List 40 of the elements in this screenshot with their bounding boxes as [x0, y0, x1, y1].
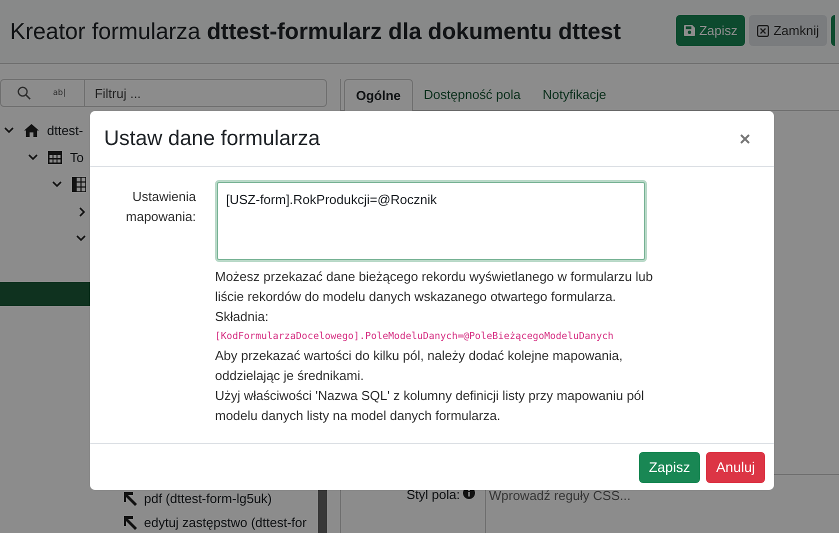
- close-box-icon: [757, 24, 770, 36]
- save-button[interactable]: Zapisz: [638, 452, 700, 482]
- close-button[interactable]: Zamknij: [749, 15, 827, 46]
- house-icon: [24, 124, 39, 137]
- search-icon[interactable]: [17, 86, 31, 100]
- syntax-code: [KodFormularzaDocelowego].PoleModeluDanych=@PoleBieżącegoModeluDanych: [215, 330, 615, 344]
- help-text: Aby przekazać wartości do kilku pól, należy dodać kolejne mapowania, oddzielając je średnikami.: [215, 347, 624, 385]
- tab[interactable]: Ogólne: [344, 79, 413, 111]
- tree-item[interactable]: dttest-: [47, 120, 84, 140]
- mapping-textarea[interactable]: [USZ-form].RokProdukcji=@Rocznik: [215, 180, 647, 262]
- tree-item[interactable]: edytuj zastępstwo (dttest-for: [144, 513, 307, 533]
- help-text: Użyj właściwości 'Nazwa SQL' z kolumny definicji listy przy mapowaniu pól modelu danych listy na model danych formularza.: [215, 387, 646, 425]
- chevron-down-icon[interactable]: [52, 181, 62, 188]
- dialog-title: Ustaw dane formularza: [104, 126, 321, 152]
- chevron-right-icon[interactable]: [78, 206, 86, 216]
- filter-field[interactable]: ab| Filtruj ...: [0, 79, 327, 107]
- filter-input[interactable]: Filtruj ...: [84, 80, 326, 106]
- columns-icon: [72, 177, 86, 192]
- floppy-icon: [684, 25, 696, 36]
- tab[interactable]: Dostępność pola: [412, 79, 532, 110]
- field-label: Styl pola:: [406, 486, 460, 504]
- page-title: Kreator formularza dttest-formularz dla dokumentu dttest: [10, 17, 622, 46]
- button-edge[interactable]: [831, 15, 835, 46]
- table-icon: [48, 151, 62, 164]
- cancel-button[interactable]: Anuluj: [706, 452, 765, 482]
- tab[interactable]: Notyfikacje: [532, 79, 618, 110]
- field-label: Ustawienia mapowania:: [124, 188, 196, 226]
- tree-item[interactable]: pdf (dttest-form-lg5uk): [144, 489, 272, 509]
- chevron-down-icon[interactable]: [4, 127, 14, 134]
- help-text: Składnia:: [215, 308, 270, 326]
- cursor-icon: [124, 492, 138, 506]
- regex-toggle[interactable]: ab|: [53, 87, 66, 99]
- help-text: Możesz przekazać dane bieżącego rekordu wyświetlanego w formularzu lub liście rekordów do modelu danych wskazanego otwartego formularza.: [215, 268, 654, 306]
- close-icon[interactable]: [740, 134, 750, 144]
- css-field[interactable]: Wprowadź reguły CSS...: [487, 483, 787, 507]
- save-button[interactable]: Zapisz: [676, 15, 746, 46]
- cursor-icon: [124, 516, 138, 530]
- chevron-down-icon[interactable]: [28, 154, 38, 161]
- tree-item[interactable]: To: [70, 148, 84, 168]
- chevron-down-icon[interactable]: [76, 235, 86, 242]
